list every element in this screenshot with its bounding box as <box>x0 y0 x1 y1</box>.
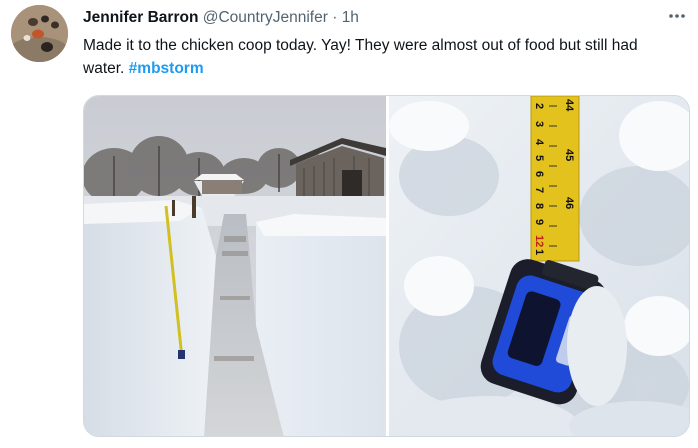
media-grid: 2 3 4 5 6 7 8 9 12 1 44 45 46 <box>83 95 690 437</box>
tape-number: 46 <box>563 197 575 209</box>
tape-number: 6 <box>533 171 545 177</box>
more-options-button[interactable] <box>666 6 688 26</box>
tape-number: 2 <box>533 103 545 109</box>
tape-number: 8 <box>533 203 545 209</box>
author-handle[interactable]: @CountryJennifer <box>203 9 328 26</box>
tweet-time[interactable]: 1h <box>342 9 359 26</box>
avatar-image <box>11 5 68 62</box>
tape-number: 4 <box>533 139 545 146</box>
tape-number: 7 <box>533 187 545 193</box>
tape-number: 12 <box>533 235 545 247</box>
separator-dot: · <box>332 9 338 26</box>
hashtag-link[interactable]: #mbstorm <box>129 60 204 77</box>
avatar[interactable] <box>11 5 68 62</box>
more-horizontal-icon <box>669 14 685 18</box>
tweet-header: Jennifer Barron @CountryJennifer · 1h <box>83 8 359 28</box>
tape-number: 3 <box>533 121 545 127</box>
tweet-text: Made it to the chicken coop today. Yay! … <box>83 35 683 80</box>
tape-number: 45 <box>563 149 575 161</box>
photo-tape-measure[interactable]: 2 3 4 5 6 7 8 9 12 1 44 45 46 <box>389 96 689 436</box>
photo-snow-path[interactable] <box>84 96 386 436</box>
tape-number: 1 <box>533 249 545 255</box>
tape-number: 9 <box>533 219 545 225</box>
author-name[interactable]: Jennifer Barron <box>83 9 198 26</box>
tape-number: 44 <box>563 99 575 112</box>
tape-number: 5 <box>533 155 545 161</box>
